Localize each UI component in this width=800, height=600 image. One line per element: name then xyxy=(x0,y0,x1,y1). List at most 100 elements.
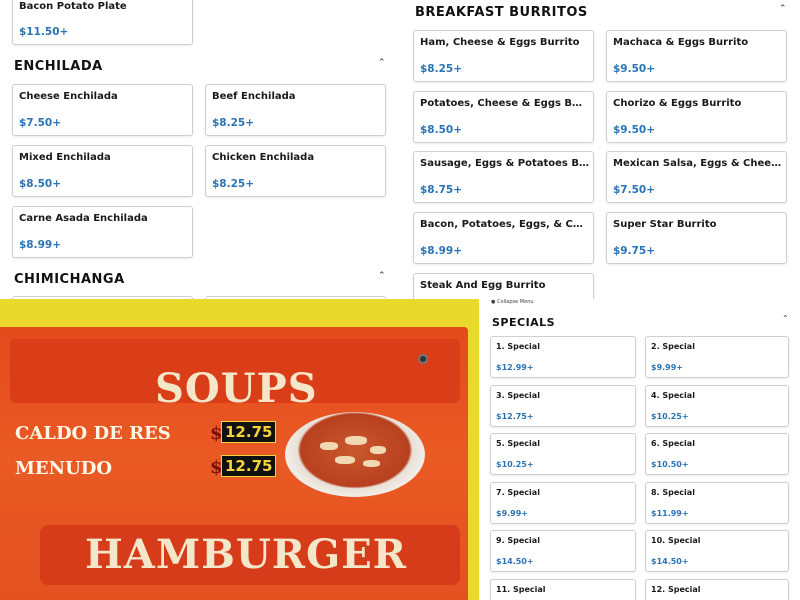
section-title-chimichanga: CHIMICHANGA xyxy=(14,272,125,287)
item-price: $11.50+ xyxy=(19,26,69,38)
item-price: $10.25+ xyxy=(651,412,689,421)
photo-heading-soups: SOUPS xyxy=(155,365,318,412)
item-name: Mexican Salsa, Eggs & Cheese… xyxy=(613,158,782,169)
menu-item-card[interactable]: Bacon, Potatoes, Eggs, & Cheese… $8.99+ xyxy=(413,212,594,264)
menu-item-card[interactable]: Chicken Enchilada $8.25+ xyxy=(205,145,386,197)
item-name: Cheese Enchilada xyxy=(19,91,118,102)
menu-item-card[interactable]: 12. Special xyxy=(645,579,789,600)
soup-name: CALDO DE RES xyxy=(15,423,171,444)
item-name: Steak And Egg Burrito xyxy=(420,280,546,291)
menu-item-card[interactable]: Mexican Salsa, Eggs & Cheese… $7.50+ xyxy=(606,151,787,203)
menu-item-card[interactable]: Ham, Cheese & Eggs Burrito $8.25+ xyxy=(413,30,594,82)
item-name: Super Star Burrito xyxy=(613,219,717,230)
soup-price: 12.75 xyxy=(221,421,277,443)
photo-heading-hamburger: HAMBURGER xyxy=(85,531,407,578)
soup-bowl-image xyxy=(285,412,425,497)
item-price: $12.75+ xyxy=(496,412,534,421)
item-name: 8. Special xyxy=(651,488,695,497)
menu-item-card[interactable]: 10. Special $14.50+ xyxy=(645,530,789,572)
menu-board-photo: SOUPS CALDO DE RES $ 12.75 MENUDO $ 12.7… xyxy=(0,299,479,600)
menu-item-card[interactable]: Super Star Burrito $9.75+ xyxy=(606,212,787,264)
item-name: 5. Special xyxy=(496,439,540,448)
item-name: 6. Special xyxy=(651,439,695,448)
right-menu-panel: BREAKFAST BURRITOS ⌃ Ham, Cheese & Eggs … xyxy=(403,0,800,299)
menu-item-card[interactable]: Beef Enchilada $8.25+ xyxy=(205,84,386,136)
item-price: $12.99+ xyxy=(496,363,534,372)
item-price: $11.99+ xyxy=(651,509,689,518)
menu-item-card[interactable]: 9. Special $14.50+ xyxy=(490,530,636,572)
item-name: 9. Special xyxy=(496,536,540,545)
menu-item-card[interactable]: Machaca & Eggs Burrito $9.50+ xyxy=(606,30,787,82)
item-name: Chicken Enchilada xyxy=(212,152,315,163)
menu-item-card[interactable]: Chorizo & Eggs Burrito $9.50+ xyxy=(606,91,787,143)
item-name: Potatoes, Cheese & Eggs Burrito xyxy=(420,98,589,109)
menu-item-card[interactable]: 4. Special $10.25+ xyxy=(645,385,789,427)
collapse-icon: ● xyxy=(491,299,496,305)
menu-item-card[interactable]: Mixed Enchilada $8.50+ xyxy=(12,145,193,197)
item-price: $8.99+ xyxy=(420,245,463,257)
menu-item-card[interactable]: 11. Special xyxy=(490,579,636,600)
menu-item-card[interactable]: 6. Special $10.50+ xyxy=(645,433,789,475)
screw-icon xyxy=(418,354,428,364)
item-price: $14.50+ xyxy=(496,557,534,566)
item-price: $10.50+ xyxy=(651,460,689,469)
item-price: $8.25+ xyxy=(420,63,463,75)
left-menu-panel: Bacon Potato Plate $11.50+ ENCHILADA ⌃ C… xyxy=(0,0,400,299)
chevron-up-icon[interactable]: ⌃ xyxy=(779,4,787,14)
item-name: 7. Special xyxy=(496,488,540,497)
item-price: $14.50+ xyxy=(651,557,689,566)
item-price: $10.25+ xyxy=(496,460,534,469)
item-name: Carne Asada Enchilada xyxy=(19,213,148,224)
item-name: 4. Special xyxy=(651,391,695,400)
item-price: $9.99+ xyxy=(496,509,529,518)
menu-item-card[interactable]: 3. Special $12.75+ xyxy=(490,385,636,427)
chevron-up-icon[interactable]: ⌃ xyxy=(378,271,386,281)
item-name: Sausage, Eggs & Potatoes Burrito xyxy=(420,158,589,169)
item-name: Bacon Potato Plate xyxy=(19,1,127,12)
menu-item-card[interactable]: Steak And Egg Burrito xyxy=(413,273,594,299)
item-price: $9.50+ xyxy=(613,63,656,75)
item-price: $8.25+ xyxy=(212,117,255,129)
chevron-up-icon[interactable]: ⌃ xyxy=(782,314,789,323)
item-name: Bacon, Potatoes, Eggs, & Cheese… xyxy=(420,219,589,230)
item-price: $9.99+ xyxy=(651,363,684,372)
menu-item-card[interactable]: Sausage, Eggs & Potatoes Burrito $8.75+ xyxy=(413,151,594,203)
item-name: Ham, Cheese & Eggs Burrito xyxy=(420,37,580,48)
menu-item-card[interactable]: 2. Special $9.99+ xyxy=(645,336,789,378)
collapse-menu-label: Collapse Menu xyxy=(496,299,534,305)
item-price: $8.25+ xyxy=(212,178,255,190)
menu-item-card[interactable]: 8. Special $11.99+ xyxy=(645,482,789,524)
menu-item-card[interactable]: 1. Special $12.99+ xyxy=(490,336,636,378)
item-price: $8.50+ xyxy=(19,178,62,190)
menu-item-card[interactable]: 5. Special $10.25+ xyxy=(490,433,636,475)
item-name: Chorizo & Eggs Burrito xyxy=(613,98,742,109)
soup-name: MENUDO xyxy=(15,458,113,479)
item-name: Mixed Enchilada xyxy=(19,152,111,163)
section-title-breakfast-burritos: BREAKFAST BURRITOS xyxy=(415,5,588,20)
item-name: 1. Special xyxy=(496,342,540,351)
item-name: 12. Special xyxy=(651,585,701,594)
chevron-up-icon[interactable]: ⌃ xyxy=(378,58,386,68)
section-title-specials: SPECIALS xyxy=(492,316,556,329)
specials-panel: ● Collapse Menu SPECIALS ⌃ 1. Special $1… xyxy=(479,299,800,600)
item-price: $8.99+ xyxy=(19,239,62,251)
menu-item-card[interactable]: 7. Special $9.99+ xyxy=(490,482,636,524)
item-name: 3. Special xyxy=(496,391,540,400)
item-price: $8.75+ xyxy=(420,184,463,196)
item-name: 11. Special xyxy=(496,585,546,594)
collapse-menu-link[interactable]: ● Collapse Menu xyxy=(491,299,534,305)
menu-item-card[interactable]: Bacon Potato Plate $11.50+ xyxy=(12,0,193,45)
item-name: Beef Enchilada xyxy=(212,91,296,102)
menu-item-card[interactable]: Carne Asada Enchilada $8.99+ xyxy=(12,206,193,258)
soup-price: 12.75 xyxy=(221,455,277,477)
menu-item-card[interactable]: Cheese Enchilada $7.50+ xyxy=(12,84,193,136)
item-name: Machaca & Eggs Burrito xyxy=(613,37,749,48)
item-price: $7.50+ xyxy=(613,184,656,196)
item-name: 10. Special xyxy=(651,536,701,545)
item-price: $7.50+ xyxy=(19,117,62,129)
item-price: $9.75+ xyxy=(613,245,656,257)
menu-item-card[interactable]: Potatoes, Cheese & Eggs Burrito $8.50+ xyxy=(413,91,594,143)
item-name: 2. Special xyxy=(651,342,695,351)
item-price: $8.50+ xyxy=(420,124,463,136)
section-title-enchilada: ENCHILADA xyxy=(14,59,103,74)
